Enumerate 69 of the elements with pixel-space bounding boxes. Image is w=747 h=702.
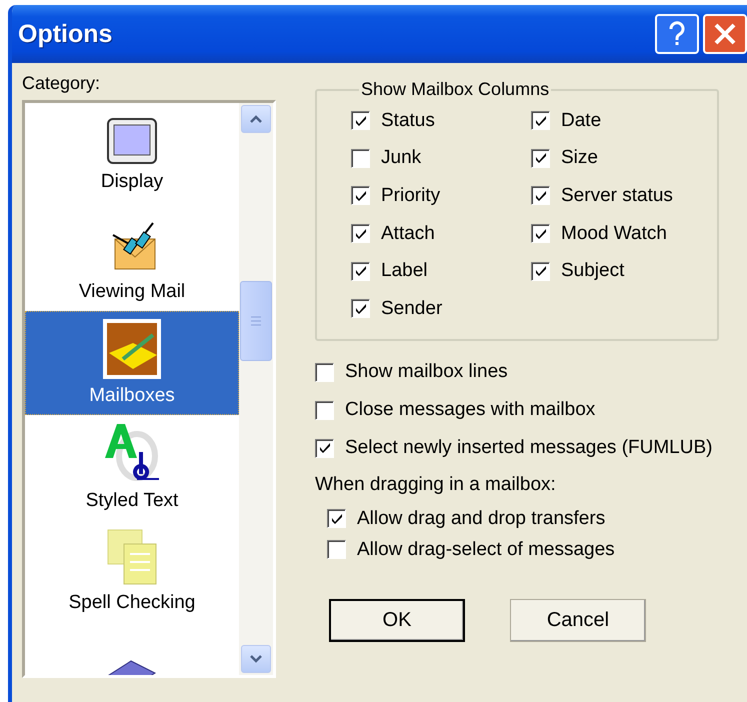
checkmark-icon <box>534 190 546 202</box>
checkmark-icon <box>354 190 366 202</box>
checkmark-icon <box>354 114 366 127</box>
monitor-icon <box>106 117 158 165</box>
checkbox[interactable] <box>531 111 550 130</box>
checkmark-icon <box>354 265 366 278</box>
cancel-button[interactable]: Cancel <box>510 599 646 642</box>
checkbox-option[interactable]: Attach <box>351 214 531 252</box>
checkmark-icon <box>534 265 546 278</box>
checkmark-icon <box>354 302 366 315</box>
close-button[interactable] <box>703 14 747 54</box>
checkbox[interactable] <box>327 540 346 559</box>
checkmark-icon <box>318 442 330 454</box>
checkbox[interactable] <box>531 186 550 206</box>
category-item[interactable]: Mailboxes <box>25 311 239 415</box>
inbox-tray-icon <box>103 319 161 379</box>
dragging-label: When dragging in a mailbox: <box>315 473 557 497</box>
help-icon <box>668 21 686 47</box>
checkbox-option[interactable]: Server status <box>531 177 717 215</box>
window-title: Options <box>18 20 114 48</box>
scroll-thumb[interactable] <box>240 281 272 361</box>
category-item[interactable]: Styled Text <box>25 415 239 519</box>
checkbox[interactable] <box>315 438 334 458</box>
checkbox-option[interactable]: Allow drag and drop transfers <box>327 503 719 534</box>
checkmark-icon <box>534 152 546 164</box>
ok-button[interactable]: OK <box>329 599 465 642</box>
checkbox-option[interactable]: Size <box>531 140 717 178</box>
checkbox[interactable] <box>351 186 370 206</box>
checkbox[interactable] <box>327 509 346 528</box>
checkmark-icon <box>534 114 546 127</box>
checkbox[interactable] <box>315 400 334 420</box>
checkbox[interactable] <box>315 362 334 382</box>
category-item[interactable]: Spell Checking <box>25 519 239 623</box>
checkbox-option[interactable]: Priority <box>351 177 531 215</box>
checkbox[interactable] <box>531 262 550 281</box>
checkbox-option[interactable]: Close messages with mailbox <box>315 391 719 429</box>
down-chevron-icon <box>249 654 263 664</box>
checkbox-option[interactable]: Select newly inserted messages (FUMLUB) <box>315 429 719 467</box>
group-title: Show Mailbox Columns <box>360 79 550 100</box>
checkbox-option[interactable]: Sender <box>351 290 531 328</box>
checkbox[interactable] <box>351 299 370 318</box>
checkmark-icon <box>534 228 546 240</box>
checkbox[interactable] <box>351 111 370 130</box>
scroll-down-button[interactable] <box>241 645 271 673</box>
scroll-up-button[interactable] <box>241 105 271 133</box>
checkbox-option[interactable]: Junk <box>351 140 531 178</box>
checkbox-option[interactable]: Label <box>351 252 531 290</box>
checkbox[interactable] <box>531 148 550 168</box>
checkbox-option[interactable]: Show mailbox lines <box>315 353 719 391</box>
checkmark-icon <box>330 512 342 524</box>
checkbox-option[interactable]: Status <box>351 102 531 140</box>
up-chevron-icon <box>249 114 263 124</box>
checkbox-option[interactable]: Date <box>531 102 717 140</box>
grip-icon <box>250 316 262 326</box>
checkbox-option[interactable]: Mood Watch <box>531 214 717 252</box>
checkbox[interactable] <box>351 262 370 281</box>
checkmark-icon <box>354 228 366 240</box>
documents-icon <box>106 528 158 586</box>
checkbox[interactable] <box>351 224 370 244</box>
help-button[interactable] <box>655 14 699 54</box>
category-item[interactable]: Viewing Mail <box>25 207 239 311</box>
checkbox-option[interactable]: Subject <box>531 252 717 290</box>
styled-text-icon <box>103 422 161 484</box>
close-icon <box>714 23 736 45</box>
category-label: Category: <box>22 73 102 94</box>
category-item[interactable]: Display <box>25 103 239 207</box>
checkbox[interactable] <box>531 224 550 244</box>
checkbox[interactable] <box>351 148 370 168</box>
checkbox-option[interactable]: Allow drag-select of messages <box>327 534 719 565</box>
